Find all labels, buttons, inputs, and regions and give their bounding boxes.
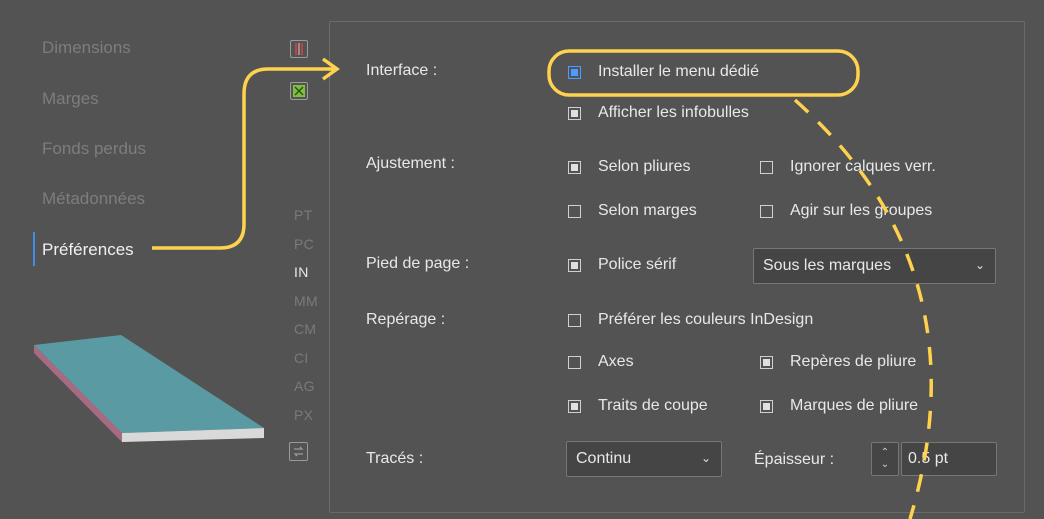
adjust-label: Ajustement : [366, 155, 455, 172]
checkbox-box [568, 204, 581, 218]
unit-ci[interactable]: CI [294, 350, 309, 366]
act-on-groups-checkbox[interactable]: Agir sur les groupes [760, 202, 932, 220]
footer-label: Pied de page : [366, 255, 470, 272]
unit-ag[interactable]: AG [294, 378, 315, 394]
act-on-groups-text: Agir sur les groupes [790, 202, 933, 219]
thickness-stepper[interactable]: ⌃ ⌄ [871, 442, 899, 476]
interface-label: Interface : [366, 62, 438, 79]
checkbox-box [568, 106, 581, 120]
axes-text: Axes [598, 353, 634, 370]
unit-pc[interactable]: PC [294, 236, 314, 252]
fold-guides-text: Repères de pliure [790, 353, 917, 370]
chevron-down-icon[interactable]: ⌄ [881, 459, 889, 471]
unit-in[interactable]: IN [294, 264, 309, 280]
checkbox-box [568, 399, 581, 413]
footer-position-select[interactable]: Sous les marques ⌄ [753, 248, 996, 284]
checkbox-box [568, 313, 581, 327]
ignore-locked-layers-text: Ignorer calques verr. [790, 158, 936, 175]
show-tooltips-checkbox[interactable]: Afficher les infobulles [568, 104, 749, 122]
unit-mm[interactable]: MM [294, 293, 318, 309]
unit-cm[interactable]: CM [294, 321, 316, 337]
install-menu-checkbox[interactable]: Installer le menu dédié [568, 63, 759, 81]
swap-icon[interactable] [289, 442, 308, 461]
ignore-locked-layers-checkbox[interactable]: Ignorer calques verr. [760, 158, 936, 176]
document-preview [34, 335, 264, 442]
by-margins-checkbox[interactable]: Selon marges [568, 202, 697, 220]
sidebar-item-preferences[interactable]: Préférences [42, 240, 134, 260]
active-indicator [33, 232, 35, 266]
prefer-indesign-colors-checkbox[interactable]: Préférer les couleurs InDesign [568, 311, 813, 329]
chevron-up-icon[interactable]: ⌃ [881, 447, 889, 459]
checkbox-box [760, 355, 773, 369]
checkbox-box [760, 160, 773, 174]
stroke-style-value: Continu [576, 450, 632, 467]
checkbox-box [568, 258, 581, 272]
fold-guides-checkbox[interactable]: Repères de pliure [760, 353, 916, 371]
by-folds-text: Selon pliures [598, 158, 691, 175]
unit-px[interactable]: PX [294, 407, 313, 423]
fold-marks-checkbox[interactable]: Marques de pliure [760, 397, 918, 415]
show-tooltips-text: Afficher les infobulles [598, 104, 749, 121]
sidebar-item-metadonnees[interactable]: Métadonnées [42, 189, 145, 209]
stroke-style-select[interactable]: Continu ⌄ [566, 441, 722, 477]
by-folds-checkbox[interactable]: Selon pliures [568, 158, 691, 176]
sidebar-item-fonds-perdus[interactable]: Fonds perdus [42, 139, 146, 159]
unit-pt[interactable]: PT [294, 207, 313, 223]
checkbox-box [568, 355, 581, 369]
chevron-down-icon: ⌄ [700, 451, 711, 465]
prefer-indesign-colors-text: Préférer les couleurs InDesign [598, 311, 814, 328]
sidebar-item-marges[interactable]: Marges [42, 89, 99, 109]
checkbox-box [568, 160, 581, 174]
guides-icon[interactable] [290, 40, 308, 58]
marks-label: Repérage : [366, 311, 446, 328]
crop-marks-text: Traits de coupe [598, 397, 708, 414]
crop-marks-checkbox[interactable]: Traits de coupe [568, 397, 708, 415]
axes-checkbox[interactable]: Axes [568, 353, 634, 371]
chevron-down-icon: ⌄ [974, 258, 985, 272]
install-menu-text: Installer le menu dédié [598, 63, 759, 80]
fold-marks-text: Marques de pliure [790, 397, 919, 414]
thickness-label-text: Épaisseur : [754, 451, 835, 468]
thickness-label: Épaisseur : [754, 451, 834, 469]
footer-position-value: Sous les marques [763, 257, 892, 274]
serif-font-checkbox[interactable]: Police sérif [568, 256, 676, 274]
serif-font-text: Police sérif [598, 256, 677, 273]
checkbox-box [568, 65, 581, 79]
print-icon[interactable] [290, 82, 308, 100]
thickness-input[interactable] [901, 442, 997, 476]
by-margins-text: Selon marges [598, 202, 697, 219]
checkbox-box [760, 204, 773, 218]
strokes-label: Tracés : [366, 450, 424, 467]
sidebar-item-dimensions[interactable]: Dimensions [42, 38, 131, 58]
checkbox-box [760, 399, 773, 413]
